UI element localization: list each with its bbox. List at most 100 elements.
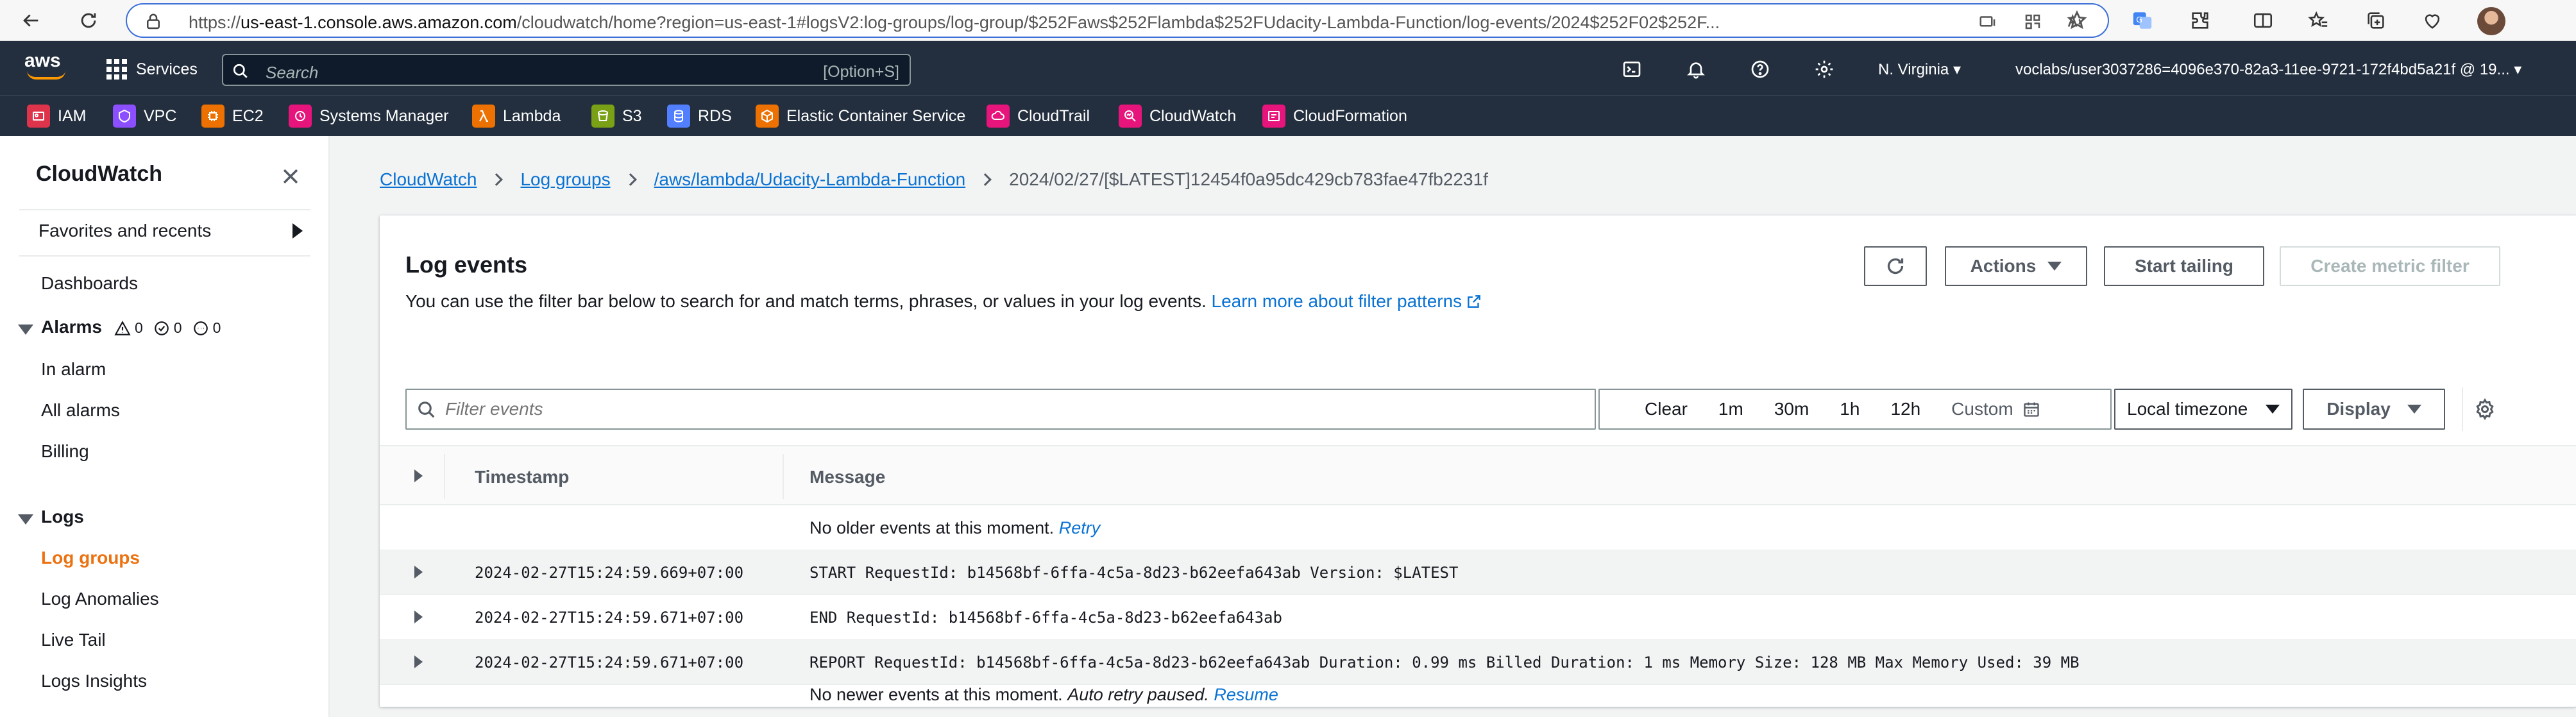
settings-gear-icon[interactable] bbox=[1813, 58, 1836, 81]
sidebar-item-logs-insights[interactable]: Logs Insights bbox=[41, 671, 147, 691]
toolbar-divider bbox=[2462, 387, 2463, 431]
table-row[interactable]: 2024-02-27T15:24:59.671+07:00 END Reques… bbox=[380, 595, 2576, 640]
caret-down-icon[interactable] bbox=[18, 514, 33, 525]
sidebar-item-billing[interactable]: Billing bbox=[41, 441, 89, 462]
time-option-clear[interactable]: Clear bbox=[1600, 399, 1703, 419]
refresh-button[interactable] bbox=[1864, 246, 1927, 286]
sidebar-title[interactable]: CloudWatch bbox=[36, 162, 162, 187]
sidebar-item-favorites[interactable]: Favorites and recents bbox=[38, 221, 211, 241]
cloudtrail-icon bbox=[987, 105, 1010, 128]
account-menu[interactable]: voclabs/user3037286=4096e370-82a3-11ee-9… bbox=[2015, 60, 2521, 79]
breadcrumb-log-groups[interactable]: Log groups bbox=[520, 169, 610, 190]
ec2-icon bbox=[201, 105, 225, 128]
retry-link[interactable]: Retry bbox=[1059, 518, 1101, 537]
app-available-icon[interactable] bbox=[1978, 12, 1997, 31]
fav-cloudformation[interactable]: CloudFormation bbox=[1262, 105, 1407, 128]
learn-more-link[interactable]: Learn more about filter patterns bbox=[1212, 291, 1483, 311]
resume-link[interactable]: Resume bbox=[1214, 685, 1278, 704]
console-search[interactable]: Search [Option+S] bbox=[222, 54, 911, 86]
time-option-12h[interactable]: 12h bbox=[1875, 399, 1936, 419]
browser-essentials-icon[interactable] bbox=[2421, 9, 2444, 32]
fav-ec2[interactable]: EC2 bbox=[201, 105, 264, 128]
sidebar-divider bbox=[19, 255, 310, 257]
fav-iam[interactable]: IAM bbox=[27, 105, 86, 128]
time-option-30m[interactable]: 30m bbox=[1759, 399, 1824, 419]
sidebar-item-log-groups[interactable]: Log groups bbox=[41, 548, 140, 568]
start-tailing-button[interactable]: Start tailing bbox=[2104, 246, 2264, 286]
extensions-icon[interactable] bbox=[2189, 9, 2212, 32]
panel-title: Log events bbox=[405, 251, 528, 278]
sidebar-item-live-tail[interactable]: Live Tail bbox=[41, 630, 106, 650]
sidebar-section-logs[interactable]: Logs bbox=[41, 507, 84, 527]
alarm-count-in-alarm[interactable]: 0 bbox=[114, 319, 143, 337]
fav-cloudtrail[interactable]: CloudTrail bbox=[987, 105, 1090, 128]
alarm-count-ok[interactable]: 0 bbox=[153, 319, 182, 337]
lock-icon[interactable] bbox=[144, 12, 163, 31]
time-option-1h[interactable]: 1h bbox=[1824, 399, 1875, 419]
display-dropdown[interactable]: Display bbox=[2303, 389, 2445, 430]
close-icon[interactable] bbox=[280, 165, 301, 187]
expand-row-icon[interactable] bbox=[414, 611, 423, 623]
sidebar-item-dashboards[interactable]: Dashboards bbox=[41, 273, 138, 294]
region-selector[interactable]: N. Virginia ▾ bbox=[1878, 60, 1961, 79]
column-divider bbox=[783, 454, 784, 499]
sidebar-section-alarms[interactable]: Alarms bbox=[41, 317, 102, 337]
aws-logo[interactable]: aws bbox=[24, 50, 69, 80]
caret-down-icon bbox=[2266, 405, 2280, 414]
column-header-message[interactable]: Message bbox=[809, 467, 885, 487]
services-grid-icon bbox=[106, 59, 127, 80]
fav-s3[interactable]: S3 bbox=[591, 105, 642, 128]
caret-down-icon[interactable] bbox=[18, 325, 33, 335]
check-circle-icon bbox=[154, 321, 169, 335]
address-bar[interactable]: https://us-east-1.console.aws.amazon.com… bbox=[126, 3, 2109, 38]
column-header-timestamp[interactable]: Timestamp bbox=[475, 467, 569, 487]
fav-rds[interactable]: RDS bbox=[667, 105, 732, 128]
refresh-icon[interactable] bbox=[73, 5, 104, 36]
alarm-status-badges: 0 0 0 bbox=[114, 319, 221, 337]
qr-code-icon[interactable] bbox=[2023, 12, 2042, 31]
alarm-count-insufficient[interactable]: 0 bbox=[192, 319, 221, 337]
favorite-star-icon[interactable] bbox=[2065, 9, 2089, 32]
breadcrumb-log-group[interactable]: /aws/lambda/Udacity-Lambda-Function bbox=[654, 169, 966, 190]
help-icon[interactable] bbox=[1749, 58, 1772, 81]
table-row[interactable]: 2024-02-27T15:24:59.671+07:00 REPORT Req… bbox=[380, 640, 2576, 685]
filter-events-field[interactable] bbox=[405, 389, 1596, 430]
fav-ecs[interactable]: Elastic Container Service bbox=[756, 105, 965, 128]
expand-all-icon[interactable] bbox=[414, 469, 423, 482]
rds-database-icon bbox=[667, 105, 690, 128]
table-row[interactable]: 2024-02-27T15:24:59.669+07:00 START Requ… bbox=[380, 550, 2576, 595]
url-text[interactable]: https://us-east-1.console.aws.amazon.com… bbox=[189, 13, 2023, 33]
chevron-right-icon[interactable] bbox=[292, 223, 303, 239]
search-placeholder: Search bbox=[266, 63, 319, 82]
favorites-icon[interactable] bbox=[2307, 9, 2330, 32]
collections-icon[interactable] bbox=[2364, 9, 2387, 32]
sidebar-item-all-alarms[interactable]: All alarms bbox=[41, 400, 120, 421]
back-icon[interactable] bbox=[15, 5, 46, 36]
expand-row-icon[interactable] bbox=[414, 655, 423, 668]
translate-icon[interactable]: G bbox=[2131, 9, 2154, 32]
event-message: START RequestId: b14568bf-6ffa-4c5a-8d23… bbox=[809, 564, 1459, 582]
breadcrumb-cloudwatch[interactable]: CloudWatch bbox=[380, 169, 477, 190]
fav-lambda[interactable]: Lambda bbox=[472, 105, 561, 128]
calendar-icon bbox=[2023, 402, 2039, 417]
fav-cloudwatch[interactable]: CloudWatch bbox=[1119, 105, 1236, 128]
sidebar-item-log-anomalies[interactable]: Log Anomalies bbox=[41, 589, 159, 609]
filter-events-input[interactable] bbox=[445, 395, 1574, 423]
gear-icon[interactable] bbox=[2473, 398, 2496, 421]
time-option-1m[interactable]: 1m bbox=[1703, 399, 1759, 419]
split-screen-icon[interactable] bbox=[2251, 9, 2275, 32]
sidebar-item-in-alarm[interactable]: In alarm bbox=[41, 359, 106, 380]
cloudshell-icon[interactable] bbox=[1620, 58, 1643, 81]
expand-row-icon[interactable] bbox=[414, 566, 423, 578]
notifications-bell-icon[interactable] bbox=[1684, 58, 1707, 81]
services-menu[interactable]: Services bbox=[106, 59, 198, 80]
profile-avatar[interactable] bbox=[2477, 7, 2505, 35]
create-metric-filter-button[interactable]: Create metric filter bbox=[2280, 246, 2500, 286]
fav-systems-manager[interactable]: Systems Manager bbox=[289, 105, 448, 128]
timezone-dropdown[interactable]: Local timezone bbox=[2114, 389, 2292, 430]
time-range-selector: Clear 1m 30m 1h 12h Custom bbox=[1598, 389, 2112, 430]
time-option-custom[interactable]: Custom bbox=[1936, 399, 2055, 419]
fav-vpc[interactable]: VPC bbox=[113, 105, 176, 128]
actions-dropdown[interactable]: Actions bbox=[1945, 246, 2087, 286]
no-newer-events-row: No newer events at this moment. Auto ret… bbox=[380, 685, 2576, 707]
